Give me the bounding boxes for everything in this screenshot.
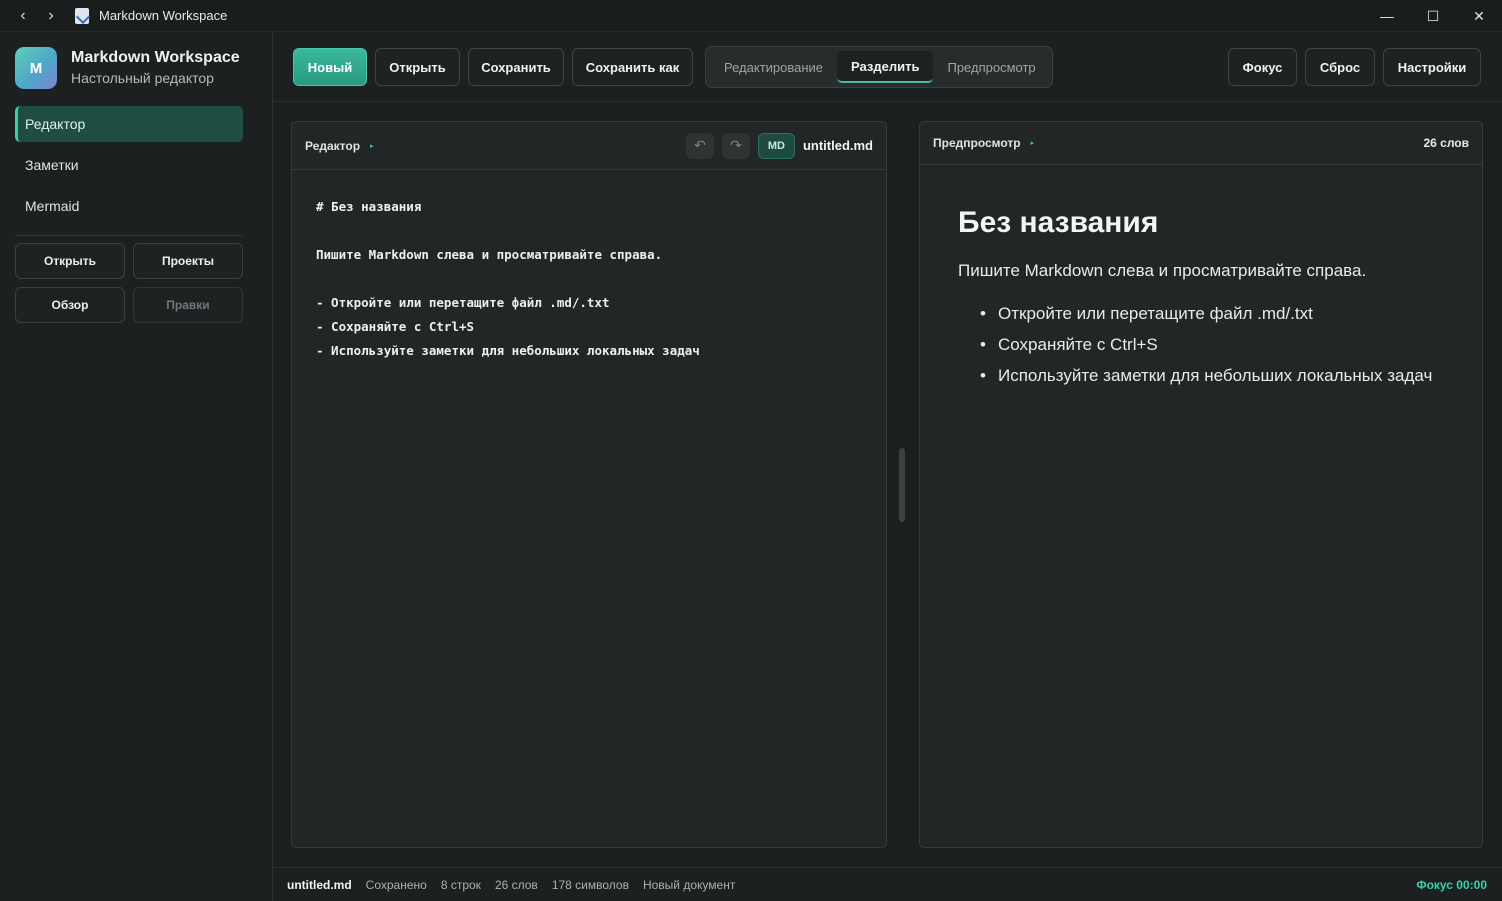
- status-words: 26 слов: [494, 877, 538, 892]
- status-lines: 8 строк: [440, 877, 481, 892]
- editor-header: Редактор ▸ ↶ ↷ MD untitled.md: [292, 122, 886, 170]
- preview-panel: Предпросмотр ▸ 26 слов Без названия Пиши…: [919, 121, 1483, 848]
- mode-split-tab[interactable]: Разделить: [837, 51, 934, 83]
- mode-edit-tab[interactable]: Редактирование: [710, 51, 837, 83]
- window-title: Markdown Workspace: [99, 8, 228, 23]
- open-button[interactable]: Открыть: [375, 48, 460, 86]
- sidebar-item-editor[interactable]: Редактор: [15, 106, 243, 142]
- status-save-state: Сохранено: [365, 877, 427, 892]
- status-doc-type: Новый документ: [642, 877, 736, 892]
- status-filename: untitled.md: [287, 877, 352, 892]
- sidebar-nav: Редактор Заметки Mermaid: [15, 106, 243, 229]
- list-item: Используйте заметки для небольших локаль…: [980, 361, 1444, 391]
- reset-button[interactable]: Сброс: [1305, 48, 1375, 86]
- mode-preview-tab[interactable]: Предпросмотр: [933, 51, 1049, 83]
- save-as-button[interactable]: Сохранить как: [572, 48, 693, 86]
- editor-filename: untitled.md: [802, 138, 873, 153]
- preview-label: Предпросмотр: [933, 136, 1021, 150]
- new-button[interactable]: Новый: [293, 48, 367, 86]
- sidebar-overview-button[interactable]: Обзор: [15, 287, 125, 323]
- undo-icon[interactable]: ↶: [685, 132, 714, 159]
- settings-button[interactable]: Настройки: [1383, 48, 1481, 86]
- redo-icon[interactable]: ↷: [721, 132, 750, 159]
- format-badge: MD: [757, 132, 795, 159]
- maximize-icon[interactable]: ☐: [1410, 0, 1456, 32]
- forward-icon[interactable]: ›: [37, 7, 65, 25]
- window-controls: — ☐ ✕: [1364, 0, 1502, 32]
- split-resize-handle[interactable]: [899, 448, 905, 522]
- app-document-icon: [75, 7, 89, 24]
- preview-paragraph: Пишите Markdown слева и просматривайте с…: [958, 261, 1367, 280]
- status-bar: untitled.md Сохранено 8 строк 26 слов 17…: [274, 867, 1502, 901]
- preview-list: Откройте или перетащите файл .md/.txt Со…: [958, 299, 1444, 391]
- list-item: Откройте или перетащите файл .md/.txt: [980, 299, 1444, 329]
- brand-subtitle: Настольный редактор: [71, 70, 214, 86]
- sidebar-actions: Открыть Проекты Обзор Правки: [15, 243, 243, 323]
- editor-collapse-icon[interactable]: ▸: [370, 142, 374, 150]
- title-bar: ‹ › Markdown Workspace — ☐ ✕: [0, 0, 1502, 32]
- close-icon[interactable]: ✕: [1456, 0, 1502, 32]
- brand: M Markdown Workspace Настольный редактор: [15, 47, 240, 89]
- sidebar-edits-button[interactable]: Правки: [133, 287, 243, 323]
- preview-content: Без названия Пишите Markdown слева и про…: [920, 165, 1482, 432]
- status-chars: 178 символов: [551, 877, 629, 892]
- save-button[interactable]: Сохранить: [468, 48, 564, 86]
- sidebar: M Markdown Workspace Настольный редактор…: [0, 32, 273, 901]
- sidebar-divider: [15, 235, 243, 236]
- preview-heading: Без названия: [958, 206, 1159, 239]
- sidebar-open-button[interactable]: Открыть: [15, 243, 125, 279]
- sidebar-item-notes[interactable]: Заметки: [15, 147, 243, 183]
- view-mode-switcher: Редактирование Разделить Предпросмотр: [705, 46, 1053, 88]
- app-logo: M: [15, 47, 57, 89]
- focus-button[interactable]: Фокус: [1228, 48, 1297, 86]
- focus-timer: Фокус 00:00: [1416, 877, 1487, 892]
- minimize-icon[interactable]: —: [1364, 0, 1410, 32]
- editor-label: Редактор: [305, 138, 361, 153]
- brand-title: Markdown Workspace: [71, 49, 240, 66]
- preview-word-count: 26 слов: [1423, 136, 1469, 150]
- sidebar-projects-button[interactable]: Проекты: [133, 243, 243, 279]
- editor-panel: Редактор ▸ ↶ ↷ MD untitled.md # Без назв…: [291, 121, 887, 848]
- toolbar: Новый Открыть Сохранить Сохранить как Ре…: [274, 32, 1502, 102]
- preview-collapse-icon[interactable]: ▸: [1031, 139, 1035, 147]
- list-item: Сохраняйте с Ctrl+S: [980, 330, 1444, 360]
- preview-header: Предпросмотр ▸ 26 слов: [920, 122, 1482, 165]
- markdown-editor[interactable]: # Без названия Пишите Markdown слева и п…: [292, 170, 886, 388]
- back-icon[interactable]: ‹: [9, 7, 37, 25]
- sidebar-item-mermaid[interactable]: Mermaid: [15, 188, 243, 224]
